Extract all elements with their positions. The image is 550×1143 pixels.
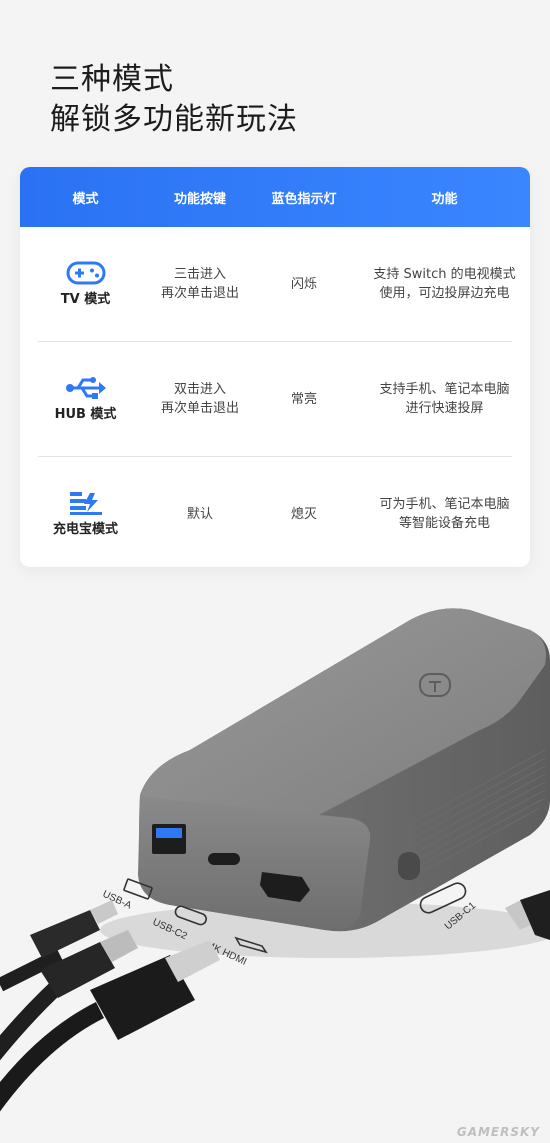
charging-battery-icon (69, 491, 102, 515)
table-row: TV 模式 三击进入 再次单击退出 闪烁 支持 Switch 的电视模式 使用，… (20, 227, 530, 341)
light-cell: 常亮 (290, 391, 317, 407)
light-cell: 闪烁 (290, 276, 317, 292)
header-function: 功能 (431, 191, 458, 207)
function-cell: 支持手机、笔记本电脑 进行快速投屏 (379, 382, 510, 416)
table-row: HUB 模式 双击进入 再次单击退出 常亮 支持手机、笔记本电脑 进行快速投屏 (20, 342, 530, 456)
mode-name: HUB 模式 (54, 406, 117, 422)
headline: 三种模式 解锁多功能新玩法 (50, 60, 298, 140)
table-header: 模式 功能按键 蓝色指示灯 功能 (20, 167, 530, 227)
header-mode: 模式 (72, 191, 99, 207)
gamepad-icon (66, 261, 105, 284)
function-cell: 支持 Switch 的电视模式 使用，可边投屏边充电 (373, 267, 516, 301)
usb-icon (65, 376, 106, 399)
function-cell: 可为手机、笔记本电脑 等智能设备充电 (379, 497, 510, 531)
mode-cell: TV 模式 (20, 260, 151, 309)
headline-line-1: 三种模式 (50, 62, 174, 97)
headline-line-2: 解锁多功能新玩法 (50, 102, 298, 137)
header-light: 蓝色指示灯 (271, 191, 337, 207)
watermark: GAMERSKY (456, 1125, 540, 1139)
key-cell: 三击进入 再次单击退出 (160, 267, 239, 301)
table-row: 充电宝模式 默认 熄灭 可为手机、笔记本电脑 等智能设备充电 (20, 457, 530, 567)
product-illustration: USB-A USB-C2 4K HDMI USB-C1 (0, 608, 550, 1112)
mode-cell: HUB 模式 (20, 375, 151, 424)
key-cell: 双击进入 再次单击退出 (160, 382, 239, 416)
header-key: 功能按键 (173, 191, 226, 207)
power-bank (138, 608, 550, 932)
mode-cell: 充电宝模式 (20, 490, 151, 539)
mode-table: 模式 功能按键 蓝色指示灯 功能 TV 模式 三击进入 再次单击退出 闪烁 支持… (20, 167, 530, 567)
key-cell: 默认 (186, 506, 213, 522)
mode-name: TV 模式 (60, 291, 111, 307)
light-cell: 熄灭 (290, 506, 317, 522)
mode-name: 充电宝模式 (52, 521, 118, 537)
